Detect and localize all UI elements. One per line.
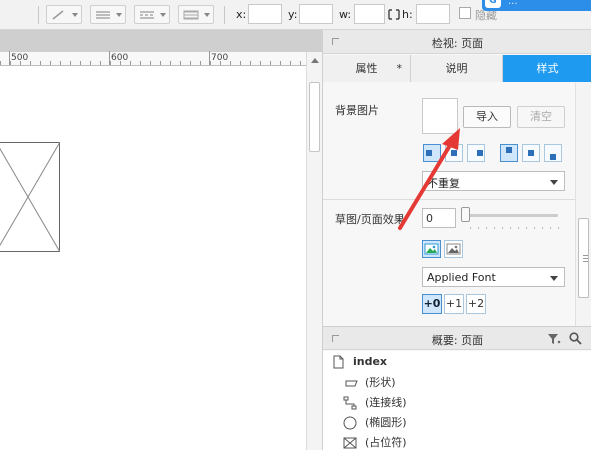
canvas-tab-bar [0, 30, 322, 52]
clear-button[interactable]: 清空 [517, 106, 565, 128]
color-image-icon [424, 243, 439, 255]
align-bottom-icon [550, 154, 556, 160]
tree-item-ellipse[interactable]: (椭圆形) [343, 413, 571, 433]
search-icon[interactable] [569, 332, 582, 345]
lock-ratio-icon[interactable] [388, 9, 400, 20]
pencil-icon [52, 10, 64, 20]
tree-item-label: index [353, 355, 388, 368]
inspector-panel: 检视: 页面 属性 * 说明 样式 背景图片 导入 清空 不重复 草图/页面效果… [322, 30, 591, 450]
h-label: h: [402, 8, 413, 21]
color-image-button[interactable] [422, 240, 441, 258]
scroll-grip [583, 258, 588, 259]
tree-item-connector[interactable]: (连接线) [343, 393, 571, 413]
share-button[interactable]: G ... [482, 0, 591, 11]
scroll-grip [583, 255, 588, 256]
horizontal-ruler: 500 600 700 [0, 51, 306, 66]
chevron-down-icon [204, 13, 210, 17]
connector-icon [343, 396, 357, 410]
design-canvas[interactable] [0, 67, 306, 450]
overview-tree: index (形状) (连接线) (椭圆形) (占位符) [323, 351, 591, 450]
arrow-style-icon [183, 10, 199, 20]
placeholder-widget[interactable] [0, 142, 60, 252]
arrow-style-dropdown[interactable] [178, 5, 214, 24]
line-width-icon [96, 11, 110, 19]
bg-image-label: 背景图片 [335, 104, 379, 117]
tree-item-page[interactable]: index [331, 352, 571, 372]
slider-scale [470, 227, 560, 229]
font-size-step-0[interactable]: +0 [422, 294, 442, 314]
w-label: w: [339, 8, 352, 21]
toolbar-separator [38, 6, 39, 24]
chevron-down-icon [550, 180, 558, 185]
scroll-grip [583, 261, 588, 262]
line-color-dropdown[interactable] [46, 5, 82, 24]
ellipse-icon [343, 416, 357, 430]
page-icon [333, 355, 344, 369]
shape-icon [345, 380, 358, 387]
chevron-down-icon [160, 13, 166, 17]
tab-notes-label: 说明 [445, 62, 468, 75]
inspector-title: 检视: 页面 [431, 37, 484, 50]
hide-checkbox[interactable] [459, 7, 471, 19]
canvas-scrollbar[interactable] [306, 52, 322, 450]
scroll-thumb[interactable] [309, 82, 320, 152]
h-input[interactable] [416, 4, 450, 24]
x-label: x: [236, 8, 247, 21]
align-middle-icon [528, 150, 534, 156]
filter-icon[interactable] [547, 333, 561, 345]
inspector-tabs: 属性 * 说明 样式 [323, 55, 591, 82]
line-style-icon [140, 11, 154, 19]
tree-item-shape[interactable]: (形状) [343, 373, 571, 393]
align-bottom-button[interactable] [544, 144, 562, 162]
font-size-step-1[interactable]: +1 [444, 294, 464, 314]
annotation-arrow-icon [398, 128, 460, 230]
app-logo-icon: G [485, 0, 501, 8]
inspector-header: 检视: 页面 [323, 30, 591, 54]
tab-notes[interactable]: 说明 [411, 55, 503, 82]
ruler-minor-ticks [0, 61, 306, 65]
y-label: y: [288, 8, 298, 21]
align-middle-button[interactable] [522, 144, 540, 162]
tab-modified-marker: * [396, 62, 403, 75]
font-select[interactable]: Applied Font [422, 267, 565, 287]
x-input[interactable] [248, 4, 282, 24]
share-button-label: ... [508, 0, 518, 7]
chevron-down-icon [550, 276, 558, 281]
tree-item-placeholder[interactable]: (占位符) [343, 433, 571, 453]
align-top-icon [506, 147, 512, 153]
y-input[interactable] [299, 4, 333, 24]
tab-properties[interactable]: 属性 * [323, 55, 411, 82]
toolbar: x: y: w: h: 隐藏 G ... [0, 0, 591, 30]
inspector-scrollbar[interactable] [575, 83, 591, 327]
align-top-button[interactable] [500, 144, 518, 162]
placeholder-cross-icon [0, 142, 60, 252]
grayscale-image-button[interactable] [444, 240, 463, 258]
chevron-down-icon [116, 13, 122, 17]
line-style-dropdown[interactable] [134, 5, 170, 24]
tree-item-label: (占位符) [365, 436, 407, 449]
tree-item-label: (连接线) [365, 396, 407, 409]
scroll-up-icon[interactable] [311, 58, 319, 63]
tab-properties-label: 属性 [355, 62, 378, 75]
line-width-dropdown[interactable] [90, 5, 126, 24]
font-select-value: Applied Font [427, 271, 496, 284]
toolbar-separator [224, 6, 225, 24]
placeholder-icon [343, 437, 357, 449]
grayscale-image-icon [446, 243, 461, 255]
overview-header: 概要: 页面 [323, 326, 591, 350]
tree-item-label: (形状) [365, 376, 396, 389]
w-input[interactable] [354, 4, 385, 24]
tab-style-label: 样式 [536, 62, 559, 75]
inspector-scroll-thumb[interactable] [578, 218, 589, 298]
font-size-step-2[interactable]: +2 [466, 294, 486, 314]
tab-style[interactable]: 样式 [503, 55, 591, 82]
tree-item-label: (椭圆形) [365, 416, 407, 429]
chevron-down-icon [72, 13, 78, 17]
